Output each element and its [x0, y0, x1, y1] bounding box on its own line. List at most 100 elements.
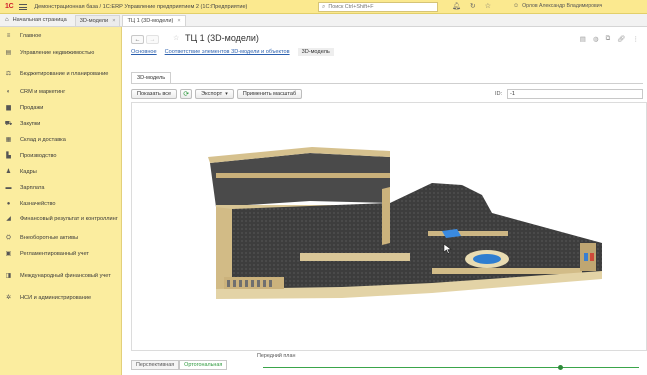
sidebar-item-main[interactable]: ≡ Главное [0, 32, 122, 40]
tab-3d-models[interactable]: 3D-модели × [74, 14, 121, 26]
sidebar-item-hr[interactable]: ♟ Кадры [0, 168, 122, 176]
sidebar-item-label: Внеоборотные активы [20, 234, 79, 241]
titlebar-icons: 🔔︎ ↻ ☆ [452, 2, 491, 10]
app-logo: 1С [5, 3, 14, 10]
arrow-right-icon: → [149, 36, 156, 43]
back-button[interactable]: ← [131, 35, 144, 44]
wallet-icon: ▬ [5, 184, 12, 191]
sidebar-item-purchases[interactable]: ⛟ Закупки [0, 120, 122, 128]
sidebar-item-label: Финансовый результат и контроллинг [20, 215, 118, 222]
print-icon[interactable]: ▤ [580, 35, 586, 43]
sidebar-item-label: Производство [20, 152, 57, 159]
sidebar-item-label: Главное [20, 32, 42, 39]
user-icon: ☺ [513, 3, 520, 9]
assets-icon: ⛭ [6, 234, 11, 241]
main-menu-icon[interactable] [19, 3, 28, 10]
globe-icon: ◨ [5, 272, 12, 279]
sidebar-item-label: Кадры [20, 168, 37, 175]
sidebar-item-ifrs[interactable]: ◨ Международный финансовый учет [0, 269, 122, 283]
more-icon[interactable]: ⋮ [633, 35, 640, 43]
tab-label: 3D-модели [79, 17, 109, 24]
page-title: ТЦ 1 (3D-модели) [185, 33, 259, 43]
person-icon: ♟ [5, 168, 12, 175]
id-input[interactable] [507, 89, 643, 99]
refresh-icon: ⟳ [183, 91, 190, 98]
chart-icon: ⚖ [5, 70, 12, 77]
global-search[interactable]: ⌕ [318, 2, 438, 12]
export-button[interactable]: Экспорт ▾ [195, 89, 234, 99]
search-icon: ⌕ [322, 3, 326, 10]
tab-3d-model-page[interactable]: 3D-модель [131, 72, 172, 83]
history-icon[interactable]: ↻ [470, 2, 476, 10]
id-label: ID: [495, 91, 503, 97]
link-icon[interactable]: 🔗︎ [617, 35, 625, 43]
toolbar: Показать все ⟳ Экспорт ▾ Применить масшт… [131, 89, 303, 99]
copy-icon[interactable]: ⧉ [606, 35, 611, 43]
favorite-star-icon[interactable]: ☆ [173, 34, 179, 42]
sidebar-item-label: Международный финансовый учет [20, 272, 111, 279]
building-icon: ▤ [5, 49, 12, 56]
factory-icon: ▙ [6, 152, 11, 159]
current-user[interactable]: ☺ Орлов Александр Владимирович [513, 3, 602, 9]
subtab-main[interactable]: Основное [131, 49, 157, 56]
tab-home[interactable]: ⌂ Начальная страница [0, 14, 75, 27]
finance-icon: ◢ [6, 215, 11, 222]
foreground-slider-handle[interactable] [557, 365, 563, 370]
foreground-slider-track[interactable] [263, 367, 639, 368]
sidebar-item-budgeting[interactable]: ⚖ Бюджетирование и планирование [0, 67, 122, 81]
tab-tc1-3d-models[interactable]: ТЦ 1 (3D-модели) × [122, 14, 186, 26]
sidebar-item-crm[interactable]: ◐ CRM и маркетинг [0, 88, 122, 96]
sidebar-item-label: Закупки [20, 120, 41, 127]
view-mode-switch: Перспективная Ортогональная [131, 360, 228, 370]
subtab-mapping[interactable]: Соответствие элементов 3D-модели и объек… [165, 49, 290, 56]
sidebar-item-label: Продажи [20, 104, 44, 111]
sidebar-item-financial-result[interactable]: ◢ Финансовый результат и контроллинг [0, 212, 122, 226]
sidebar-item-label: CRM и маркетинг [20, 88, 66, 95]
sidebar-item-payroll[interactable]: ▬ Зарплата [0, 184, 122, 192]
foreground-slider-label: Передний план [257, 353, 296, 359]
close-icon[interactable]: × [177, 18, 180, 24]
sidebar-item-regulated-accounting[interactable]: ▣ Регламентированный учет [0, 247, 122, 261]
sidebar-item-real-estate[interactable]: ▤ Управление недвижимостью [0, 46, 122, 60]
sidebar-item-warehouse[interactable]: ▦ Склад и доставка [0, 136, 122, 144]
crm-icon: ◐ [6, 88, 11, 95]
coin-icon: ● [6, 200, 11, 207]
sidebar-item-fixed-assets[interactable]: ⛭ Внеоборотные активы [0, 234, 122, 242]
open-tabs-bar: ⌂ Начальная страница 3D-модели × ТЦ 1 (3… [0, 14, 647, 27]
3d-viewport[interactable] [131, 102, 647, 351]
sidebar-item-label: Управление недвижимостью [20, 49, 95, 56]
apply-scale-button[interactable]: Применить масштаб [236, 89, 303, 99]
cart-icon: ⛟ [4, 120, 13, 127]
subtab-3d-model[interactable]: 3D-модель [297, 48, 334, 56]
sections-sidebar: ≡ Главное ▤ Управление недвижимостью ⚖ Б… [0, 27, 122, 375]
close-icon[interactable]: × [112, 18, 115, 24]
view-mode-orthogonal[interactable]: Ортогональная [179, 360, 228, 370]
show-all-button[interactable]: Показать все [131, 89, 178, 99]
warehouse-icon: ▦ [5, 136, 12, 143]
forward-button[interactable]: → [146, 35, 159, 44]
3d-model-render[interactable] [132, 103, 647, 351]
sidebar-item-administration[interactable]: ✲ НСИ и администрирование [0, 291, 122, 305]
user-name: Орлов Александр Владимирович [522, 3, 603, 9]
attach-icon[interactable]: ◍ [593, 35, 599, 43]
sidebar-item-label: НСИ и администрирование [20, 294, 92, 301]
tab-home-label: Начальная страница [12, 17, 67, 23]
gear-icon: ✲ [5, 294, 12, 301]
refresh-button[interactable]: ⟳ [180, 89, 193, 99]
form-actions: ▤ ◍ ⧉ 🔗︎ ⋮ [580, 35, 639, 43]
global-search-input[interactable] [328, 4, 429, 10]
sidebar-item-sales[interactable]: ▆ Продажи [0, 104, 122, 112]
home-icon: ⌂ [5, 17, 9, 23]
form-navigation: Основное Соответствие элементов 3D-модел… [131, 48, 334, 56]
sidebar-item-label: Склад и доставка [20, 136, 66, 143]
favorites-star-icon[interactable]: ☆ [485, 2, 491, 10]
bell-icon[interactable]: 🔔︎ [452, 2, 461, 10]
sidebar-item-treasury[interactable]: ● Казначейство [0, 200, 122, 208]
sidebar-item-label: Зарплата [20, 184, 45, 191]
sidebar-item-production[interactable]: ▙ Производство [0, 152, 122, 160]
view-mode-perspective[interactable]: Перспективная [131, 360, 180, 370]
sidebar-item-label: Казначейство [20, 200, 56, 207]
ledger-icon: ▣ [5, 250, 12, 257]
arrow-left-icon: ← [134, 36, 141, 43]
main-content: ← → ☆ ТЦ 1 (3D-модели) ▤ ◍ ⧉ 🔗︎ ⋮ Основн… [123, 27, 647, 375]
